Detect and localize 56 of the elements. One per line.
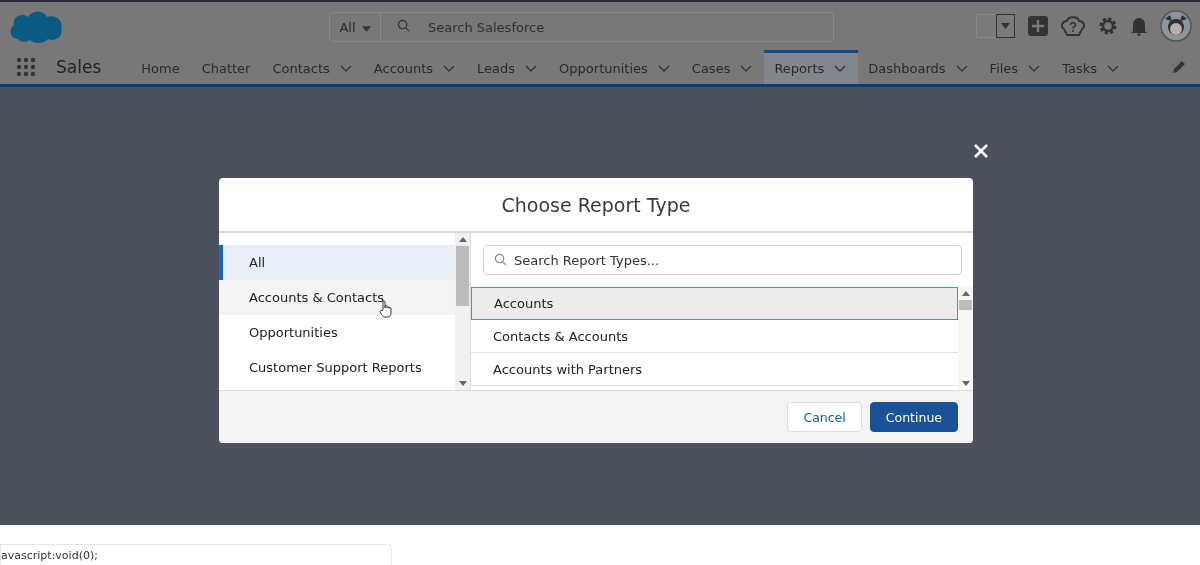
cloud-logo[interactable]: [8, 9, 64, 43]
scroll-up-icon[interactable]: [961, 291, 970, 296]
report-type-item[interactable]: Contacts & Accounts: [471, 320, 958, 353]
chevron-down-icon[interactable]: [740, 64, 753, 73]
help-icon[interactable]: [1060, 15, 1086, 37]
category-item[interactable]: Accounts & Contacts: [219, 280, 455, 315]
app-launcher-icon[interactable]: [16, 57, 36, 77]
modal-title: Choose Report Type: [501, 193, 691, 216]
chevron-down-icon[interactable]: [339, 64, 352, 73]
scrollbar-thumb[interactable]: [456, 246, 469, 306]
scrollbar-thumb[interactable]: [959, 300, 972, 310]
chevron-down-icon[interactable]: [955, 64, 968, 73]
bell-icon[interactable]: [1130, 16, 1148, 36]
category-item[interactable]: Opportunities: [219, 315, 455, 350]
category-item[interactable]: Customer Support Reports: [219, 350, 455, 385]
nav-tab[interactable]: Reports: [764, 50, 859, 84]
nav-tab[interactable]: Tasks: [1052, 50, 1131, 84]
nav-tab[interactable]: Chatter: [191, 50, 263, 84]
scroll-down-icon[interactable]: [961, 381, 970, 386]
settings-icon[interactable]: [1098, 16, 1118, 36]
pencil-icon[interactable]: [1172, 60, 1186, 74]
nav-tab[interactable]: Leads: [467, 50, 550, 84]
report-type-item[interactable]: Accounts: [471, 287, 958, 320]
nav-tab[interactable]: Accounts: [363, 50, 468, 84]
close-icon[interactable]: [973, 143, 989, 159]
scroll-up-icon[interactable]: [458, 237, 467, 242]
dialog-button[interactable]: Continue: [869, 402, 958, 432]
nav-tab[interactable]: Opportunities: [549, 50, 682, 84]
plus-icon[interactable]: [1028, 16, 1048, 36]
caret-down-icon: [361, 25, 371, 32]
dialog-button[interactable]: Cancel: [787, 402, 862, 432]
nav-tab[interactable]: Contacts: [262, 50, 364, 84]
search-scope-dropdown[interactable]: All: [329, 12, 381, 42]
search-field[interactable]: Search Report Types...: [483, 245, 962, 275]
scrollbar[interactable]: [455, 233, 470, 390]
nav-tab[interactable]: Cases: [681, 50, 765, 84]
search-field[interactable]: Search Salesforce: [381, 12, 834, 42]
search-icon: [397, 19, 410, 32]
chevron-down-icon[interactable]: [1028, 64, 1041, 73]
nav-tab[interactable]: Files: [979, 50, 1053, 84]
nav-tab[interactable]: Home: [131, 50, 192, 84]
category-item[interactable]: All: [219, 245, 455, 280]
hand-cursor-icon: [379, 300, 393, 318]
app-name: Sales: [56, 57, 102, 77]
avatar-icon[interactable]: [1160, 10, 1192, 42]
chevron-down-icon[interactable]: [1106, 64, 1119, 73]
chevron-down-icon[interactable]: [657, 64, 670, 73]
report-type-item[interactable]: Accounts with Partners: [471, 353, 958, 386]
scroll-down-icon[interactable]: [458, 381, 467, 386]
chevron-down-icon[interactable]: [834, 64, 847, 73]
nav-tab[interactable]: Dashboards: [858, 50, 980, 84]
scrollbar[interactable]: [958, 287, 973, 390]
favorites-icon[interactable]: [976, 14, 1016, 38]
chevron-down-icon[interactable]: [443, 64, 456, 73]
chevron-down-icon[interactable]: [525, 64, 538, 73]
status-url: avascript:void(0);: [0, 544, 392, 565]
